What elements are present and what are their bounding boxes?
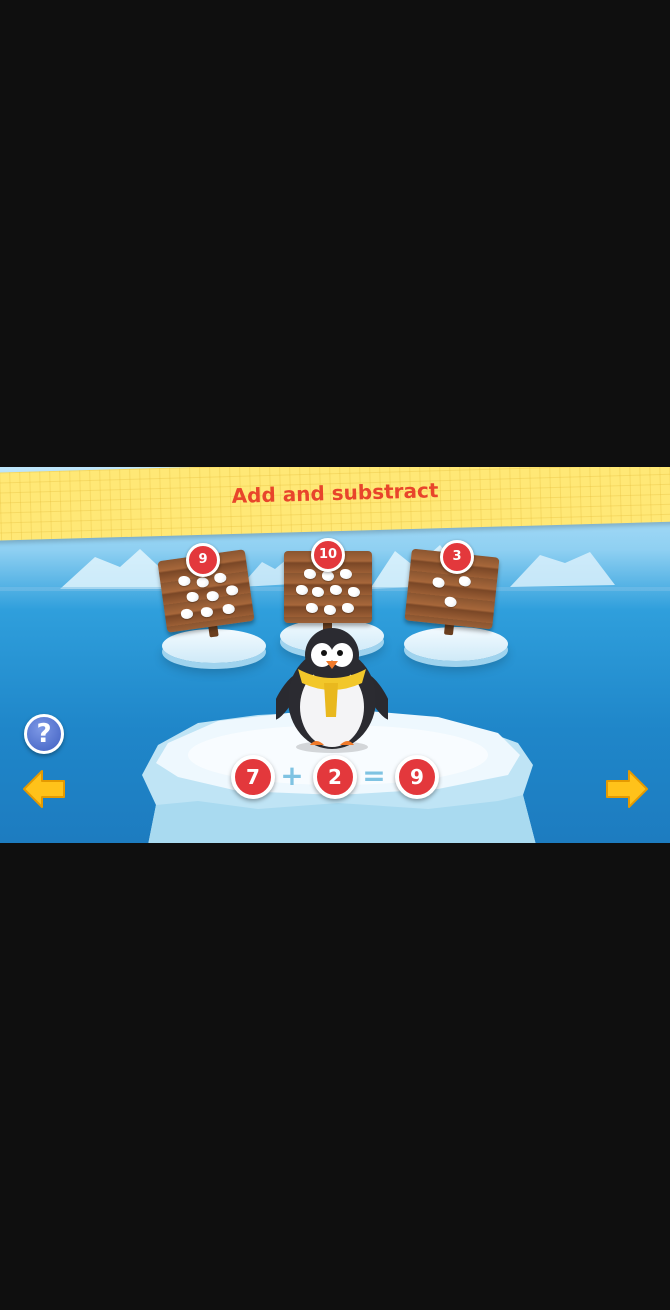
sign-badge-3: 3 [440, 540, 474, 574]
penguin-character [276, 628, 388, 753]
equation-equals: = [362, 759, 386, 792]
question-icon: ? [36, 719, 52, 749]
ice-floe [404, 627, 508, 661]
equation-operand-1: 7 [231, 755, 275, 799]
equation-result: 9 [395, 755, 439, 799]
game-scene: Add and substract 9 10 3 7 + 2 = 9 ? [0, 467, 670, 843]
arrow-left-icon [23, 770, 65, 808]
equation-operand-2: 2 [313, 755, 357, 799]
next-button[interactable] [605, 769, 649, 809]
help-button[interactable]: ? [24, 714, 64, 754]
prev-button[interactable] [22, 769, 66, 809]
arrow-right-icon [606, 770, 648, 808]
sign-badge-2: 10 [311, 538, 345, 572]
sign-badge-1: 9 [186, 543, 220, 577]
equation-plus: + [280, 759, 304, 792]
